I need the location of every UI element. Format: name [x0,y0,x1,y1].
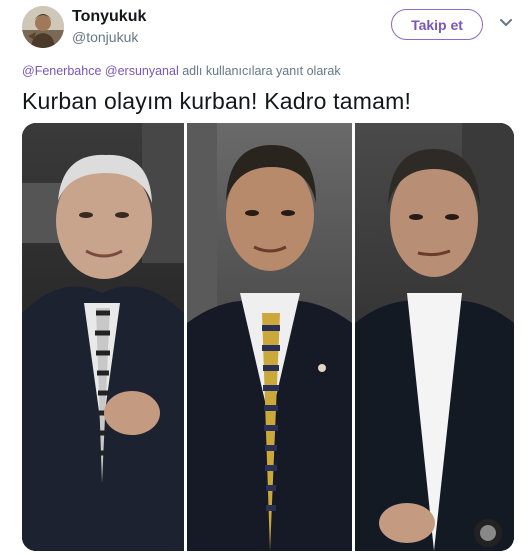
avatar-portrait-icon[interactable] [22,6,64,48]
display-name[interactable]: Tonyukuk [72,8,146,26]
photo-panel-2 [187,123,352,551]
reply-context: @Fenerbahce @ersunyanal adlı kullanıcıla… [22,64,341,78]
photo-panel-3 [355,123,514,551]
tweet-text: Kurban olayım kurban! Kadro tamam! [22,88,412,114]
photo-collage-icon[interactable] [22,123,514,551]
chevron-down-icon[interactable] [499,18,513,28]
mention-link-fenerbahce[interactable]: @Fenerbahce [22,64,101,78]
photo-panel-1 [22,123,184,551]
reply-context-suffix: adlı kullanıcılara yanıt olarak [182,64,341,78]
tweet-card: Tonyukuk @tonjukuk Takip et @Fenerbahce … [0,0,532,555]
user-handle[interactable]: @tonjukuk [72,29,138,45]
mention-link-ersunyanal[interactable]: @ersunyanal [105,64,179,78]
follow-button[interactable]: Takip et [391,9,483,40]
